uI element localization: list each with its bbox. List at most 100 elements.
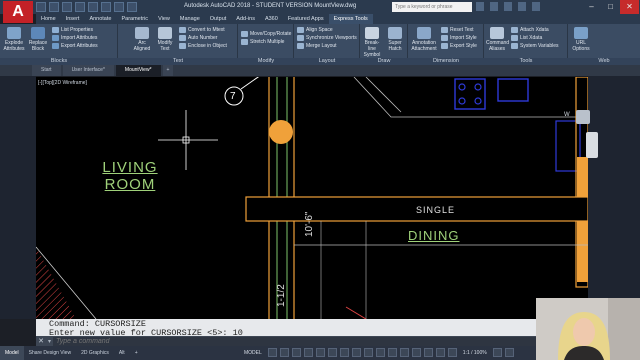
annotation-scale[interactable]: 1:1 / 100% <box>460 350 490 356</box>
import-style-button[interactable]: Import Style <box>441 34 477 42</box>
command-history-toggle-icon[interactable]: ▾ <box>46 338 53 345</box>
enclose-in-object-button[interactable]: Enclose in Object <box>179 42 227 50</box>
align-space-button[interactable]: Align Space <box>297 26 357 34</box>
help-icon[interactable] <box>532 2 540 11</box>
export-attributes-button[interactable]: Export Attributes <box>52 42 98 50</box>
new-file-icon[interactable] <box>36 2 46 12</box>
exchange-icon[interactable] <box>518 2 526 11</box>
navigation-bar[interactable] <box>586 132 598 158</box>
selection-filter-icon[interactable] <box>411 348 421 357</box>
viewcube-face[interactable] <box>576 110 590 124</box>
system-variables-button[interactable]: System Variables <box>511 42 559 50</box>
import-attributes-button[interactable]: Import Attributes <box>52 34 98 42</box>
viewcube[interactable]: W <box>564 108 596 130</box>
replace-block-button[interactable]: Replace Block <box>27 27 49 52</box>
tab-annotate[interactable]: Annotate <box>84 14 116 24</box>
save-icon[interactable] <box>62 2 72 12</box>
command-close-icon[interactable]: ✕ <box>36 337 46 345</box>
synchronize-viewports-button[interactable]: Synchronize Viewports <box>297 34 357 42</box>
merge-layout-icon <box>297 43 304 49</box>
tab-home[interactable]: Home <box>36 14 61 24</box>
window-title: Autodesk AutoCAD 2018 - STUDENT VERSION … <box>184 3 357 9</box>
drawing-canvas[interactable]: LIVING ROOM DINING SINGLE 7 10'-6" 1-1/2 <box>36 77 588 319</box>
autoscale-icon[interactable] <box>447 348 457 357</box>
plot-icon[interactable] <box>88 2 98 12</box>
auto-number-button[interactable]: Auto Number <box>179 34 227 42</box>
redo-icon[interactable] <box>114 2 124 12</box>
super-hatch-button[interactable]: Super Hatch <box>384 27 406 52</box>
attach-xdata-button[interactable]: Attach Xdata <box>511 26 559 34</box>
reset-text-button[interactable]: Reset Text <box>441 26 477 34</box>
tab-view[interactable]: View <box>153 14 175 24</box>
annotation-attachment-button[interactable]: Annotation Attachment <box>410 27 438 52</box>
workspace-gear-icon[interactable] <box>492 348 502 357</box>
layout-tab-alt[interactable]: Alt <box>114 346 130 360</box>
selection-cycling-icon[interactable] <box>375 348 385 357</box>
help-search-input[interactable]: Type a keyword or phrase <box>392 2 472 12</box>
viewport-controls[interactable]: [-][Top][2D Wireframe] <box>38 80 87 86</box>
convert-to-mtext-button[interactable]: Convert to Mtext <box>179 26 227 34</box>
minimize-icon[interactable]: – <box>582 0 601 14</box>
tab-manage[interactable]: Manage <box>175 14 205 24</box>
break-line-symbol-button[interactable]: Break-line Symbol <box>361 27 383 58</box>
layout-tab-2d-graphics[interactable]: 2D Graphics <box>76 346 114 360</box>
list-xdata-button[interactable]: List Xdata <box>511 34 559 42</box>
tab-output[interactable]: Output <box>205 14 232 24</box>
url-options-button[interactable]: URL Options <box>570 27 592 52</box>
model-space-button[interactable]: MODEL <box>244 350 265 356</box>
cart-icon[interactable] <box>504 2 512 11</box>
tab-featured-apps[interactable]: Featured Apps <box>283 14 329 24</box>
3d-osnap-icon[interactable] <box>387 348 397 357</box>
tab-insert[interactable]: Insert <box>61 14 85 24</box>
column-circle <box>269 120 293 144</box>
file-tab-user-interface[interactable]: User Interface* <box>62 65 114 76</box>
grid-icon[interactable] <box>267 348 277 357</box>
share-icon[interactable] <box>127 2 137 12</box>
dimension-text: 1-1/2 <box>276 284 287 307</box>
layout-tab-model[interactable]: Model <box>0 346 24 360</box>
command-input[interactable] <box>53 336 536 346</box>
tab-a360[interactable]: A360 <box>260 14 283 24</box>
ortho-icon[interactable] <box>291 348 301 357</box>
dynamic-ucs-icon[interactable] <box>399 348 409 357</box>
search-icon[interactable] <box>476 2 484 11</box>
save-as-icon[interactable] <box>75 2 85 12</box>
file-tab-mountview[interactable]: MountView* <box>115 65 161 76</box>
polar-icon[interactable] <box>303 348 313 357</box>
object-snap-icon[interactable] <box>339 348 349 357</box>
layout-tab-share-design-view[interactable]: Share Design View <box>24 346 76 360</box>
move-copy-rotate-button[interactable]: Move/Copy/Rotate <box>241 30 291 38</box>
export-style-button[interactable]: Export Style <box>441 42 477 50</box>
dimension-group-title: Dimension <box>408 58 484 65</box>
explode-attributes-button[interactable]: Explode Attributes <box>3 27 25 52</box>
plus-icon[interactable] <box>504 348 514 357</box>
fixture <box>497 78 529 102</box>
list-properties-button[interactable]: List Properties <box>52 26 98 34</box>
stretch-multiple-button[interactable]: Stretch Multiple <box>241 38 291 46</box>
close-icon[interactable]: ✕ <box>620 0 639 14</box>
merge-layout-button[interactable]: Merge Layout <box>297 42 357 50</box>
modify-text-button[interactable]: Modify Text <box>154 27 176 52</box>
open-file-icon[interactable] <box>49 2 59 12</box>
annotation-visibility-icon[interactable] <box>435 348 445 357</box>
drawing-svg <box>36 77 588 319</box>
snap-icon[interactable] <box>279 348 289 357</box>
command-aliases-button[interactable]: Command Aliases <box>486 27 509 52</box>
isodraft-icon[interactable] <box>315 348 325 357</box>
tab-parametric[interactable]: Parametric <box>116 14 153 24</box>
add-layout-plus-icon[interactable]: + <box>130 346 143 360</box>
user-icon[interactable] <box>490 2 498 11</box>
tab-express-tools[interactable]: Express Tools <box>328 14 373 24</box>
lineweight-icon[interactable] <box>351 348 361 357</box>
undo-icon[interactable] <box>101 2 111 12</box>
file-tab-start[interactable]: Start <box>32 65 61 76</box>
maximize-icon[interactable]: □ <box>601 0 620 14</box>
synchronize-viewports-icon <box>297 35 304 41</box>
transparency-icon[interactable] <box>363 348 373 357</box>
gizmo-icon[interactable] <box>423 348 433 357</box>
object-snap-tracking-icon[interactable] <box>327 348 337 357</box>
new-tab-plus-icon[interactable]: + <box>162 65 174 76</box>
application-menu-button[interactable]: A <box>3 1 33 23</box>
arc-aligned-button[interactable]: Arc Aligned <box>131 27 153 52</box>
tab-add-ins[interactable]: Add-ins <box>231 14 260 24</box>
